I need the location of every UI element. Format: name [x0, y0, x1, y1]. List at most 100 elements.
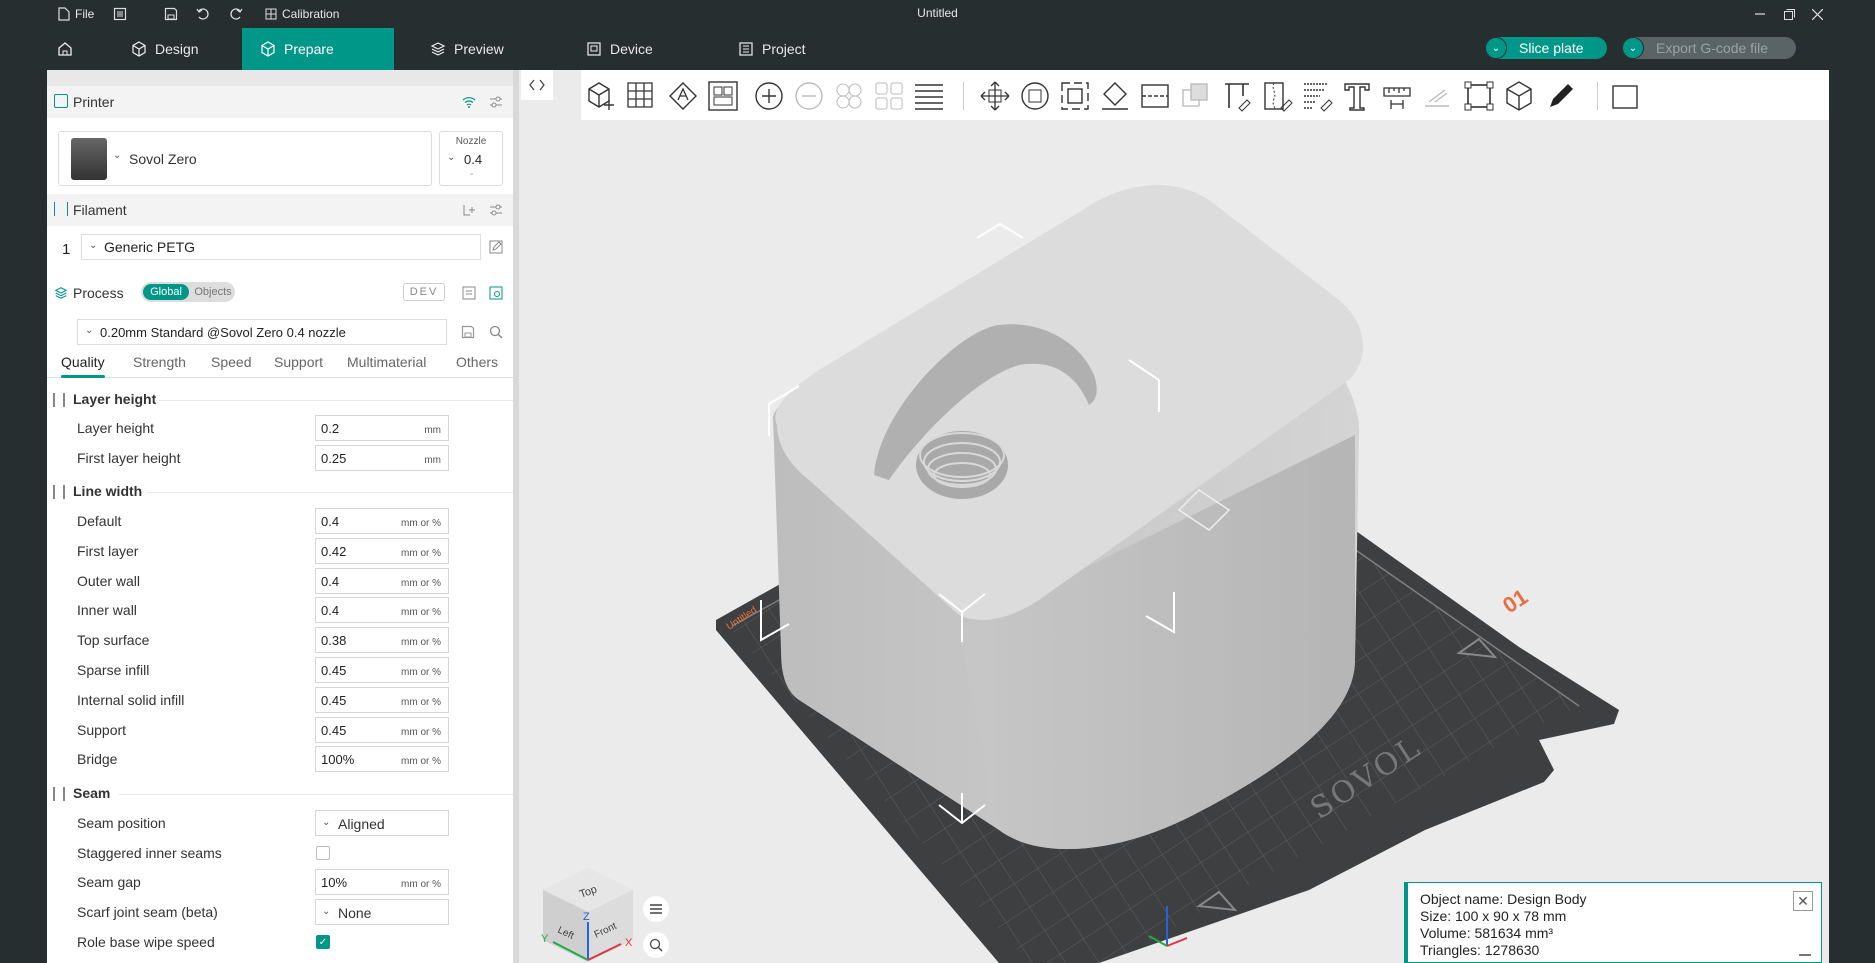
home-tab[interactable] — [47, 28, 83, 70]
setting-row: Role base wipe speed ✓ — [47, 927, 513, 957]
collapse-info-icon[interactable] — [1799, 954, 1811, 956]
line-width-first-layer-input[interactable]: 0.42 mm or % — [315, 537, 449, 564]
field-value: 0.45 — [321, 663, 347, 678]
process-subtabs: Quality Strength Speed Support Multimate… — [47, 348, 513, 378]
tab-preview[interactable]: Preview — [412, 28, 542, 70]
printer-selector[interactable]: ⌄ Sovol Zero — [58, 131, 432, 186]
tab-prepare-label: Prepare — [284, 41, 334, 57]
line-width-support-input[interactable]: 0.45 mm or % — [315, 716, 449, 743]
role-base-wipe-speed-checkbox[interactable]: ✓ — [316, 935, 330, 949]
printer-section-header[interactable]: Printer — [47, 86, 513, 118]
tab-multimaterial[interactable]: Multimaterial — [347, 354, 426, 370]
first-layer-height-input[interactable]: 0.25 mm — [315, 445, 449, 471]
process-settings-icon[interactable] — [487, 284, 505, 302]
layer-height-icon — [53, 393, 65, 407]
search-icon[interactable] — [487, 323, 505, 341]
setting-label: Default — [77, 513, 122, 529]
tab-prepare[interactable]: Prepare — [242, 28, 394, 70]
setting-row: Scarf joint seam (beta) ⌄ None — [47, 897, 513, 927]
right-gutter — [1829, 70, 1875, 963]
chevron-down-icon[interactable]: ⌄ — [1622, 37, 1644, 59]
plate-number: 01 — [1498, 584, 1532, 618]
group-line-width-title: Line width — [73, 483, 143, 499]
filament-section-header[interactable]: Filament — [47, 194, 513, 226]
dev-badge[interactable]: DEV — [403, 283, 445, 301]
select-value: None — [338, 905, 372, 921]
setting-label: Role base wipe speed — [77, 934, 215, 950]
line-width-outer-wall-input[interactable]: 0.4 mm or % — [315, 567, 449, 594]
line-width-sparse-infill-input[interactable]: 0.45 mm or % — [315, 657, 449, 683]
tab-speed[interactable]: Speed — [211, 354, 251, 370]
setting-label: Layer height — [77, 420, 155, 436]
tab-support[interactable]: Support — [274, 354, 323, 370]
line-width-inner-wall-input[interactable]: 0.4 mm or % — [315, 597, 449, 624]
restore-icon[interactable] — [1777, 3, 1801, 25]
object-name: Object name: Design Body — [1420, 891, 1587, 907]
setting-label: Top surface — [77, 632, 150, 649]
cube-icon — [132, 41, 146, 57]
compare-icon[interactable] — [460, 284, 478, 302]
field-unit: mm or % — [401, 518, 441, 529]
save-preset-icon[interactable] — [459, 323, 477, 341]
line-width-internal-solid-infill-input[interactable]: 0.45 mm or % — [315, 686, 449, 713]
view-menu-icon[interactable] — [643, 896, 669, 922]
field-value: 0.45 — [321, 722, 347, 738]
add-filament-icon[interactable] — [460, 201, 478, 219]
tab-others[interactable]: Others — [456, 354, 498, 370]
3d-scene[interactable]: Untitled 01 SOVOL — [519, 70, 1829, 963]
layer-height-input[interactable]: 0.2 mm — [315, 415, 449, 441]
title-bar: File Calibration Untitled — [0, 0, 1875, 28]
line-width-top-surface-input[interactable]: 0.38 mm or % — [315, 627, 449, 654]
line-width-default-input[interactable]: 0.4 mm or % — [315, 508, 449, 534]
slice-plate-button[interactable]: ⌄ Slice plate — [1485, 37, 1607, 59]
setting-row: Bridge 100% mm or % — [47, 744, 513, 774]
settings-sliders-icon[interactable] — [487, 201, 505, 219]
export-gcode-label: Export G-code file — [1656, 40, 1769, 56]
setting-label: Internal solid infill — [77, 691, 185, 708]
seam-position-select[interactable]: ⌄ Aligned — [315, 810, 449, 836]
filament-name: Generic PETG — [104, 239, 196, 255]
close-window-icon[interactable] — [1805, 3, 1829, 25]
field-value: 0.45 — [321, 692, 347, 708]
toggle-objects[interactable]: Objects — [193, 284, 233, 300]
navigation-cube[interactable]: Top Left Front Z Y X — [533, 860, 643, 963]
setting-label: Sparse infill — [77, 662, 150, 678]
global-objects-toggle[interactable]: Global Objects — [141, 282, 235, 302]
line-width-bridge-input[interactable]: 100% mm or % — [315, 746, 449, 773]
process-preset-name: 0.20mm Standard @Sovol Zero 0.4 nozzle — [100, 324, 346, 340]
object-triangles: Triangles: 1278630 — [1420, 942, 1540, 958]
tab-strength[interactable]: Strength — [133, 354, 186, 370]
close-icon[interactable]: ✕ — [1793, 891, 1813, 911]
tab-project[interactable]: Project — [720, 28, 840, 70]
seam-gap-input[interactable]: 10% mm or % — [315, 869, 449, 895]
scarf-joint-select[interactable]: ⌄ None — [315, 899, 449, 925]
export-gcode-button[interactable]: ⌄ Export G-code file — [1622, 37, 1796, 59]
tab-quality[interactable]: Quality — [61, 354, 105, 378]
toggle-global[interactable]: Global — [143, 284, 189, 300]
axis-y-label: Y — [541, 933, 549, 945]
wifi-icon[interactable] — [460, 93, 478, 111]
setting-label: First layer — [77, 542, 139, 559]
staggered-inner-seams-checkbox[interactable] — [316, 846, 330, 860]
chevron-down-icon: ⌄ — [85, 325, 94, 336]
setting-row: Support 0.45 mm or % — [47, 715, 513, 745]
edit-filament-icon[interactable] — [487, 238, 505, 256]
chevron-down-icon[interactable]: ⌄ — [1485, 37, 1507, 59]
setting-label: Scarf joint seam (beta) — [77, 904, 218, 920]
tab-device[interactable]: Device — [568, 28, 688, 70]
3d-viewport[interactable]: Untitled 01 SOVOL Top Left Front Z Y X — [519, 70, 1829, 963]
printer-thumbnail — [71, 138, 107, 180]
tab-design[interactable]: Design — [113, 28, 243, 70]
setting-label: First layer height — [77, 450, 181, 466]
filament-selector[interactable]: ⌄ Generic PETG — [81, 234, 481, 260]
process-preset-selector[interactable]: ⌄ 0.20mm Standard @Sovol Zero 0.4 nozzle — [77, 319, 447, 345]
main-tab-bar: Design Prepare Preview Device Project ⌄ … — [0, 28, 1875, 70]
minimize-icon[interactable] — [1748, 3, 1772, 25]
nozzle-selector[interactable]: Nozzle ⌄ 0.4 - — [439, 131, 503, 186]
panel-scroll-top — [47, 70, 513, 86]
settings-sliders-icon[interactable] — [487, 93, 505, 111]
window-title: Untitled — [917, 6, 958, 20]
setting-label: Seam gap — [77, 874, 141, 890]
field-unit: mm or % — [401, 726, 441, 738]
zoom-icon[interactable] — [643, 932, 669, 958]
